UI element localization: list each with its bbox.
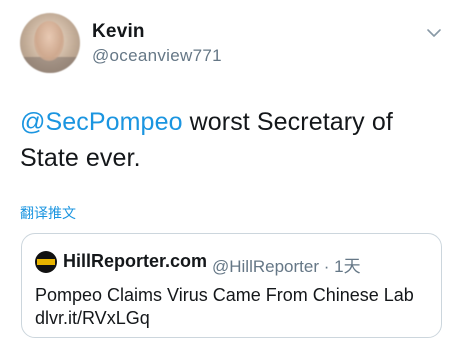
quoted-author-name: HillReporter.com xyxy=(63,251,208,271)
quoted-link[interactable]: dlvr.it/RVxLGq xyxy=(35,307,435,330)
mention-link[interactable]: @SecPompeo xyxy=(20,108,183,136)
tweet-card: Kevin @oceanview771 @SecPompeo worst Sec… xyxy=(0,0,454,343)
quoted-avatar xyxy=(35,251,57,273)
author-handle[interactable]: @oceanview771 xyxy=(92,46,222,66)
quoted-line-1: Pompeo Claims Virus Came From Chinese La… xyxy=(35,285,414,305)
translate-link[interactable]: 翻译推文 xyxy=(20,203,76,223)
author-name[interactable]: Kevin xyxy=(92,21,145,43)
chevron-down-icon[interactable] xyxy=(426,27,442,39)
quoted-tweet[interactable]: HillReporter.com @HillReporter · 1天 Pomp… xyxy=(21,233,442,338)
quoted-author-handle: @HillReporter · 1天 xyxy=(212,257,361,276)
tweet-text: @SecPompeo worst Secretary of State ever… xyxy=(20,104,440,176)
quoted-text: Pompeo Claims Virus Came From Chinese La… xyxy=(35,284,435,330)
avatar[interactable] xyxy=(20,13,80,73)
